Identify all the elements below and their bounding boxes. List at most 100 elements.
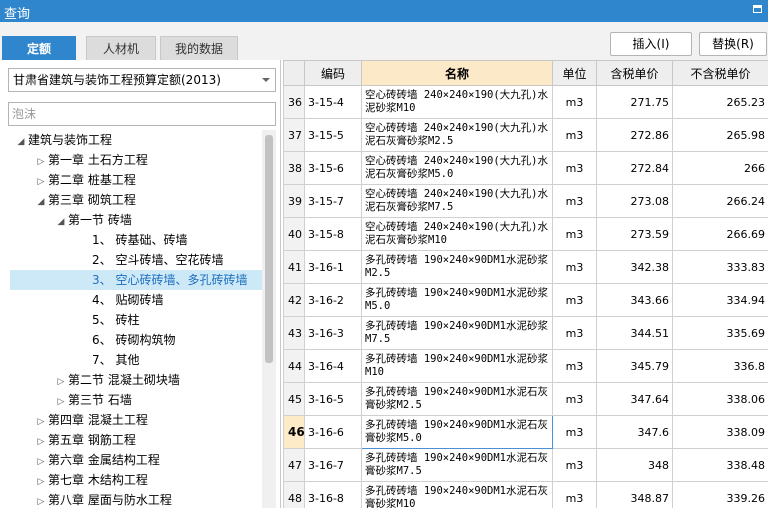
chevron-down-icon[interactable] — [262, 78, 270, 82]
code-cell[interactable]: 3-15-5 — [304, 118, 362, 152]
price-tax-cell[interactable]: 273.59 — [596, 217, 673, 251]
price-notax-cell[interactable]: 338.06 — [672, 382, 768, 416]
price-notax-cell[interactable]: 266.24 — [672, 184, 768, 218]
row-number[interactable]: 39 — [283, 184, 305, 218]
row-number[interactable]: 36 — [283, 85, 305, 119]
price-tax-cell[interactable]: 272.84 — [596, 151, 673, 185]
col-header-index[interactable] — [283, 60, 305, 86]
col-header-name[interactable]: 名称 — [361, 60, 553, 86]
name-cell[interactable]: 多孔砖砖墙 190×240×90DM1水泥石灰膏砂浆M5.0 — [361, 415, 553, 449]
price-notax-cell[interactable]: 338.48 — [672, 448, 768, 482]
price-tax-cell[interactable]: 343.66 — [596, 283, 673, 317]
price-tax-cell[interactable]: 273.08 — [596, 184, 673, 218]
row-number[interactable]: 40 — [283, 217, 305, 251]
name-cell[interactable]: 多孔砖砖墙 190×240×90DM1水泥砂浆M2.5 — [361, 250, 553, 284]
expand-arrow-icon[interactable]: ▷ — [34, 412, 48, 432]
code-cell[interactable]: 3-16-2 — [304, 283, 362, 317]
price-tax-cell[interactable]: 347.64 — [596, 382, 673, 416]
price-tax-cell[interactable]: 344.51 — [596, 316, 673, 350]
row-number[interactable]: 43 — [283, 316, 305, 350]
name-cell[interactable]: 多孔砖砖墙 190×240×90DM1水泥石灰膏砂浆M2.5 — [361, 382, 553, 416]
tree-node[interactable]: 4、 贴砌砖墙 — [78, 290, 163, 310]
tree-node[interactable]: ▷ 第四章 混凝土工程 — [34, 410, 148, 430]
tree-node[interactable]: ▷ 第二章 桩基工程 — [34, 170, 136, 190]
tree-node[interactable]: ▷ 第五章 钢筋工程 — [34, 430, 136, 450]
price-notax-cell[interactable]: 339.26 — [672, 481, 768, 508]
table-row[interactable]: 40 3-15-8 空心砖砖墙 240×240×190(大九孔)水泥石灰膏砂浆M10… — [283, 217, 768, 251]
unit-cell[interactable]: m3 — [552, 85, 597, 119]
price-notax-cell[interactable]: 266.69 — [672, 217, 768, 251]
expand-arrow-icon[interactable]: ▷ — [34, 492, 48, 508]
table-row[interactable]: 39 3-15-7 空心砖砖墙 240×240×190(大九孔)水泥石灰膏砂浆M7.… — [283, 184, 768, 218]
code-cell[interactable]: 3-16-5 — [304, 382, 362, 416]
tree-node[interactable]: ▷ 第七章 木结构工程 — [34, 470, 148, 490]
name-cell[interactable]: 空心砖砖墙 240×240×190(大九孔)水泥石灰膏砂浆M10 — [361, 217, 553, 251]
tree-node[interactable]: ▷ 第一章 土石方工程 — [34, 150, 148, 170]
col-header-price-notax[interactable]: 不含税单价 — [672, 60, 768, 86]
tree-node[interactable]: ◢ 建筑与装饰工程 — [14, 130, 112, 150]
unit-cell[interactable]: m3 — [552, 151, 597, 185]
row-number[interactable]: 41 — [283, 250, 305, 284]
unit-cell[interactable]: m3 — [552, 349, 597, 383]
tree-node[interactable]: 1、 砖基础、砖墙 — [78, 230, 187, 250]
price-notax-cell[interactable]: 266 — [672, 151, 768, 185]
code-cell[interactable]: 3-16-6 — [304, 415, 362, 449]
expand-arrow-icon[interactable]: ▷ — [34, 472, 48, 492]
tab-my-data[interactable]: 我的数据 — [160, 36, 238, 60]
price-notax-cell[interactable]: 265.98 — [672, 118, 768, 152]
table-row[interactable]: 37 3-15-5 空心砖砖墙 240×240×190(大九孔)水泥石灰膏砂浆M2.… — [283, 118, 768, 152]
tree-scrollbar[interactable] — [262, 130, 276, 508]
tree-node[interactable]: ◢ 第三章 砌筑工程 — [34, 190, 136, 210]
tree-node[interactable]: 6、 砖砌构筑物 — [78, 330, 175, 350]
tree-node[interactable]: ◢ 第一节 砖墙 — [54, 210, 132, 230]
row-number[interactable]: 44 — [283, 349, 305, 383]
row-number[interactable]: 47 — [283, 448, 305, 482]
name-cell[interactable]: 空心砖砖墙 240×240×190(大九孔)水泥砂浆M10 — [361, 85, 553, 119]
replace-button[interactable]: 替换(R) — [699, 32, 767, 56]
col-header-price-tax[interactable]: 含税单价 — [596, 60, 673, 86]
table-row[interactable]: 48 3-16-8 多孔砖砖墙 190×240×90DM1水泥石灰膏砂浆M10 m3 3… — [283, 481, 768, 508]
row-number[interactable]: 42 — [283, 283, 305, 317]
row-number[interactable]: 45 — [283, 382, 305, 416]
collapse-arrow-icon[interactable]: ◢ — [54, 212, 68, 232]
price-notax-cell[interactable]: 265.23 — [672, 85, 768, 119]
row-number[interactable]: 37 — [283, 118, 305, 152]
price-tax-cell[interactable]: 271.75 — [596, 85, 673, 119]
tab-labor-material-machine[interactable]: 人材机 — [86, 36, 156, 60]
code-cell[interactable]: 3-16-8 — [304, 481, 362, 508]
tree-node[interactable]: 5、 砖柱 — [78, 310, 139, 330]
expand-arrow-icon[interactable]: ▷ — [34, 432, 48, 452]
name-cell[interactable]: 多孔砖砖墙 190×240×90DM1水泥砂浆M5.0 — [361, 283, 553, 317]
table-row[interactable]: 45 3-16-5 多孔砖砖墙 190×240×90DM1水泥石灰膏砂浆M2.5 m3… — [283, 382, 768, 416]
maximize-icon[interactable] — [753, 5, 762, 13]
code-cell[interactable]: 3-15-7 — [304, 184, 362, 218]
table-row[interactable]: 43 3-16-3 多孔砖砖墙 190×240×90DM1水泥砂浆M7.5 m3 344… — [283, 316, 768, 350]
unit-cell[interactable]: m3 — [552, 217, 597, 251]
price-notax-cell[interactable]: 335.69 — [672, 316, 768, 350]
tree-node[interactable]: ▷ 第三节 石墙 — [54, 390, 132, 410]
table-row[interactable]: 36 3-15-4 空心砖砖墙 240×240×190(大九孔)水泥砂浆M10 m3 2… — [283, 85, 768, 119]
tab-quota[interactable]: 定额 — [2, 36, 76, 60]
table-row[interactable]: 46 3-16-6 多孔砖砖墙 190×240×90DM1水泥石灰膏砂浆M5.0 m3… — [283, 415, 768, 449]
name-cell[interactable]: 空心砖砖墙 240×240×190(大九孔)水泥石灰膏砂浆M5.0 — [361, 151, 553, 185]
code-cell[interactable]: 3-16-7 — [304, 448, 362, 482]
price-notax-cell[interactable]: 333.83 — [672, 250, 768, 284]
expand-arrow-icon[interactable]: ▷ — [34, 152, 48, 172]
table-row[interactable]: 42 3-16-2 多孔砖砖墙 190×240×90DM1水泥砂浆M5.0 m3 343… — [283, 283, 768, 317]
scrollbar-thumb[interactable] — [265, 135, 273, 363]
name-cell[interactable]: 多孔砖砖墙 190×240×90DM1水泥砂浆M7.5 — [361, 316, 553, 350]
name-cell[interactable]: 多孔砖砖墙 190×240×90DM1水泥石灰膏砂浆M7.5 — [361, 448, 553, 482]
code-cell[interactable]: 3-15-4 — [304, 85, 362, 119]
quota-library-select[interactable]: 甘肃省建筑与装饰工程预算定额(2013) — [8, 68, 276, 92]
expand-arrow-icon[interactable]: ▷ — [54, 372, 68, 392]
tree-node[interactable]: 3、 空心砖砖墙、多孔砖砖墙 — [10, 270, 262, 290]
collapse-arrow-icon[interactable]: ◢ — [34, 192, 48, 212]
unit-cell[interactable]: m3 — [552, 250, 597, 284]
price-tax-cell[interactable]: 348 — [596, 448, 673, 482]
table-row[interactable]: 44 3-16-4 多孔砖砖墙 190×240×90DM1水泥砂浆M10 m3 345.… — [283, 349, 768, 383]
name-cell[interactable]: 多孔砖砖墙 190×240×90DM1水泥砂浆M10 — [361, 349, 553, 383]
tree-node[interactable]: 2、 空斗砖墙、空花砖墙 — [78, 250, 223, 270]
table-row[interactable]: 38 3-15-6 空心砖砖墙 240×240×190(大九孔)水泥石灰膏砂浆M5.… — [283, 151, 768, 185]
unit-cell[interactable]: m3 — [552, 481, 597, 508]
code-cell[interactable]: 3-15-8 — [304, 217, 362, 251]
